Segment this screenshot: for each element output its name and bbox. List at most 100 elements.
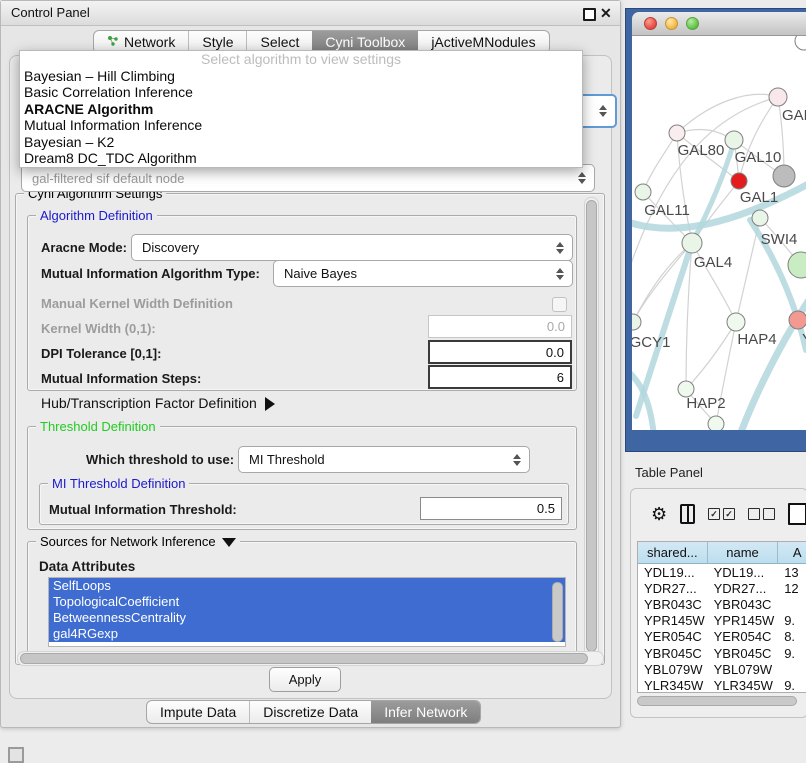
dpi-tolerance-input[interactable]: 0.0	[428, 340, 572, 364]
network-node-gal80[interactable]	[669, 125, 685, 141]
which-threshold-label: Which threshold to use:	[86, 452, 234, 467]
which-threshold-combo[interactable]: MI Threshold	[238, 446, 530, 473]
network-node-hap4[interactable]	[727, 313, 745, 331]
popup-item[interactable]: Basic Correlation Inference	[20, 84, 582, 100]
network-node[interactable]	[788, 252, 806, 278]
network-node-gal1[interactable]	[731, 173, 747, 189]
mi-steps-input[interactable]: 6	[428, 365, 572, 389]
network-node[interactable]	[795, 36, 806, 50]
network-node-label: GCY1	[632, 334, 670, 351]
cyni-bottom-tabs: Impute Data Discretize Data Infer Networ…	[146, 700, 481, 724]
attribute-item[interactable]: TopologicalCoefficient	[49, 594, 565, 610]
mi-type-combo[interactable]: Naive Bayes	[273, 260, 573, 287]
column-extra[interactable]: A	[778, 542, 806, 563]
table-row[interactable]: YDR27...YDR27...12	[638, 580, 806, 596]
close-icon[interactable]: ✕	[600, 3, 612, 23]
sources-title[interactable]: Sources for Network Inference	[36, 534, 240, 549]
settings-vertical-scrollbar[interactable]	[584, 197, 599, 657]
table-row[interactable]: YER054CYER054C8.	[638, 629, 806, 645]
mi-type-label: Mutual Information Algorithm Type:	[41, 266, 260, 281]
network-node-gcy1[interactable]	[632, 314, 641, 330]
network-edge[interactable]	[677, 94, 778, 133]
table-row[interactable]: YPR145WYPR145W9.	[638, 613, 806, 629]
attribute-item[interactable]: BetweennessCentrality	[49, 610, 565, 626]
docked-panel-icon[interactable]	[8, 747, 24, 763]
settings-horizontal-scrollbar[interactable]	[17, 651, 604, 666]
table-cell: YBL079W	[638, 661, 708, 677]
column-shared-name[interactable]: shared...	[638, 542, 708, 563]
column-name[interactable]: name	[708, 542, 779, 563]
network-view-window[interactable]: GALGAL80GAL10GAL1GAL11SWI4GAL4GCY1HAP4YH…	[625, 8, 806, 452]
mi-threshold-input[interactable]: 0.5	[420, 497, 562, 520]
table-cell	[778, 596, 806, 612]
kernel-width-input[interactable]: 0.0	[428, 315, 572, 338]
minimize-traffic-light-icon[interactable]	[665, 17, 678, 30]
list-scrollbar[interactable]	[552, 582, 563, 642]
table-toolbar: ⚙ ✓✓	[631, 489, 806, 539]
hub-expander[interactable]: Hub/Transcription Factor Definition	[41, 395, 275, 411]
popup-item[interactable]: Dream8 DC_TDC Algorithm	[20, 150, 582, 166]
tab-network-label: Network	[124, 34, 175, 50]
table-cell: YBL079W	[708, 661, 779, 677]
popup-item[interactable]: ARACNE Algorithm	[20, 101, 582, 117]
combo-stepper-icon	[556, 267, 565, 281]
network-canvas[interactable]: GALGAL80GAL10GAL1GAL11SWI4GAL4GCY1HAP4YH…	[632, 36, 806, 430]
network-node[interactable]	[708, 416, 724, 430]
data-attributes-list[interactable]: SelfLoopsTopologicalCoefficientBetweenne…	[48, 577, 566, 647]
select-all-icon[interactable]: ✓✓	[708, 508, 735, 520]
table-horizontal-scrollbar[interactable]	[637, 696, 797, 706]
network-node-gal10[interactable]	[725, 131, 743, 149]
network-edge-thick[interactable]	[738, 270, 806, 430]
table-cell: YBR045C	[638, 645, 708, 661]
data-table-combo[interactable]: gal-filtered sif default node	[21, 164, 595, 192]
node-table[interactable]: shared... name A YDL19...YDL19...13YDR27…	[637, 541, 806, 693]
network-node-gal[interactable]	[769, 88, 787, 106]
table-row[interactable]: YLR345WYLR345W9.	[638, 677, 806, 693]
network-node-swi4[interactable]	[752, 210, 768, 226]
tab-infer-network[interactable]: Infer Network	[371, 701, 480, 723]
network-node-label: GAL	[782, 107, 806, 124]
network-node-label: GAL10	[735, 149, 782, 166]
table-cell: YLR345W	[638, 677, 708, 693]
network-node-gal11[interactable]	[635, 184, 651, 200]
popup-item[interactable]: Bayesian – Hill Climbing	[20, 68, 582, 84]
table-row[interactable]: YBR045CYBR045C9.	[638, 645, 806, 661]
table-row[interactable]: YDL19...YDL19...13	[638, 564, 806, 580]
network-node-label: SWI4	[761, 231, 798, 248]
table-cell: 8.	[778, 629, 806, 645]
tab-impute-data[interactable]: Impute Data	[147, 701, 249, 723]
popup-item[interactable]: Mutual Information Inference	[20, 117, 582, 133]
close-traffic-light-icon[interactable]	[644, 17, 657, 30]
table-cell: YDR27...	[708, 580, 779, 596]
deselect-all-icon[interactable]	[748, 508, 775, 520]
control-panel-title: Control Panel	[11, 1, 90, 25]
network-edge[interactable]	[686, 322, 736, 389]
zoom-traffic-light-icon[interactable]	[686, 17, 699, 30]
network-node[interactable]	[773, 165, 795, 187]
apply-button[interactable]: Apply	[269, 667, 341, 692]
tab-discretize-data[interactable]: Discretize Data	[249, 701, 371, 723]
network-edge[interactable]	[643, 133, 677, 192]
network-node-label: GAL80	[678, 142, 725, 159]
attribute-item[interactable]: gal4RGexp	[49, 626, 565, 642]
table-cell: YBR043C	[708, 596, 779, 612]
network-edge[interactable]	[633, 243, 692, 322]
table-row[interactable]: YBL079WYBL079W	[638, 661, 806, 677]
column-layout-icon[interactable]	[680, 504, 695, 524]
float-window-icon[interactable]	[583, 8, 596, 21]
network-node-gal4[interactable]	[682, 233, 702, 253]
mi-threshold-label: Mutual Information Threshold:	[49, 502, 237, 517]
aracne-mode-combo[interactable]: Discovery	[131, 234, 573, 261]
combo-stepper-icon	[599, 104, 608, 118]
popup-item[interactable]: Bayesian – K2	[20, 134, 582, 150]
manual-kernel-checkbox[interactable]	[552, 297, 567, 312]
gear-icon[interactable]: ⚙	[651, 505, 667, 523]
network-edge[interactable]	[633, 243, 692, 322]
document-icon[interactable]	[788, 503, 806, 525]
threshold-definition-title: Threshold Definition	[36, 419, 160, 434]
attribute-item[interactable]: SelfLoops	[49, 578, 565, 594]
table-row[interactable]: YBR043CYBR043C	[638, 596, 806, 612]
algorithm-definition-title: Algorithm Definition	[36, 208, 157, 223]
network-node-y[interactable]	[789, 311, 806, 329]
network-window-titlebar[interactable]	[632, 12, 806, 36]
